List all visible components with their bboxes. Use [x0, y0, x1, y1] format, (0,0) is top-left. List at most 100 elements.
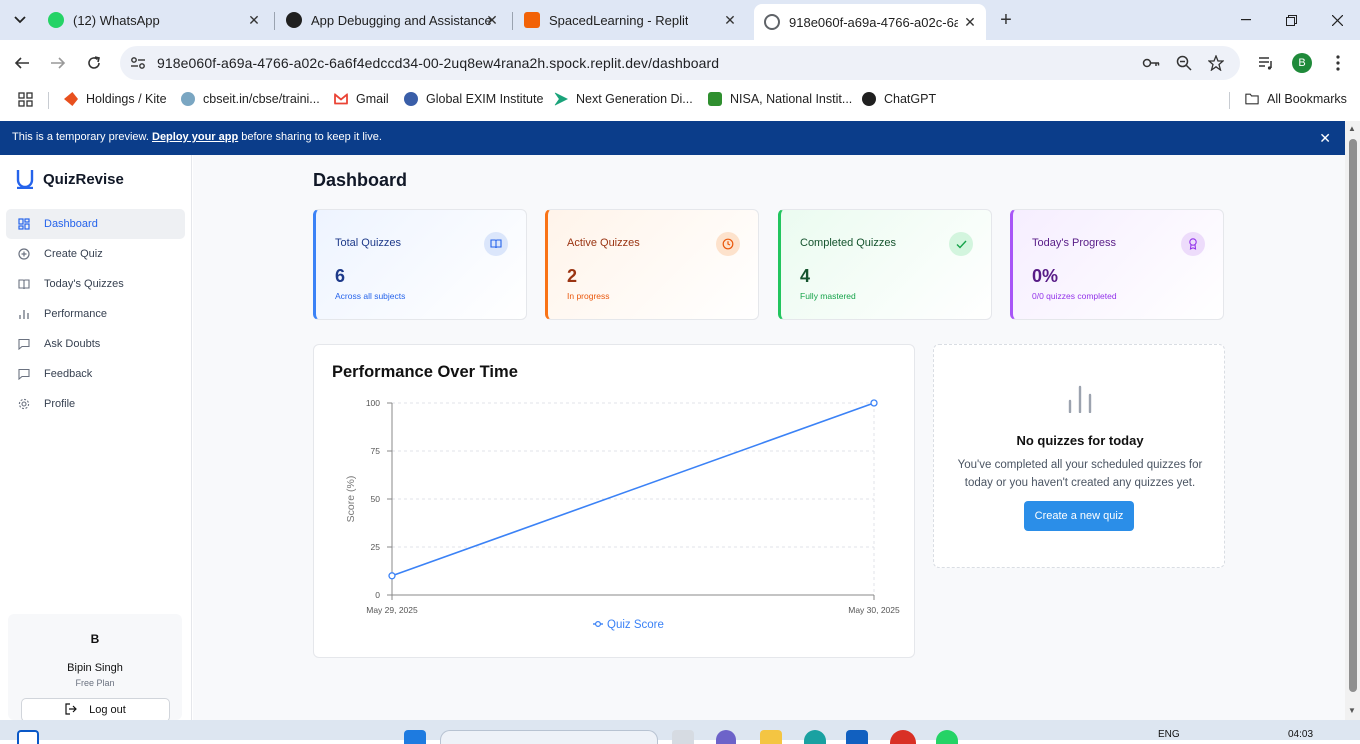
sidebar-item-label: Create Quiz	[44, 248, 103, 260]
start-icon[interactable]	[404, 730, 426, 744]
x-tick-label: May 30, 2025	[848, 605, 900, 615]
book-icon	[18, 278, 30, 290]
user-plan: Free Plan	[75, 678, 115, 688]
create-new-quiz-button[interactable]: Create a new quiz	[1024, 501, 1134, 531]
bar-chart-icon	[18, 308, 30, 320]
logout-label: Log out	[89, 704, 126, 716]
windows-icon[interactable]	[17, 730, 39, 744]
avatar: B	[90, 632, 100, 646]
bookmark-nisa[interactable]: NISA, National Instit...	[708, 92, 852, 106]
os-taskbar: ENG 04:03	[0, 720, 1360, 744]
folder-icon[interactable]	[760, 730, 782, 744]
sidebar-item-create-quiz[interactable]: Create Quiz	[6, 239, 185, 269]
browser-tab-app-debugging[interactable]: App Debugging and Assistance ✕	[286, 6, 500, 34]
stat-card-todays-progress: Today's Progress 0% 0/0 quizzes complete…	[1010, 209, 1224, 320]
minimize-icon	[1241, 19, 1251, 21]
tab-search-button[interactable]	[8, 8, 32, 32]
taskbar-app-icon[interactable]	[672, 730, 694, 744]
cbse-icon	[181, 92, 195, 106]
brand[interactable]: QuizRevise	[16, 169, 124, 189]
sidebar-item-dashboard[interactable]: Dashboard	[6, 209, 185, 239]
new-tab-button[interactable]: +	[996, 9, 1016, 31]
sidebar-item-performance[interactable]: Performance	[6, 299, 185, 329]
empty-title: No quizzes for today	[1016, 433, 1144, 448]
apps-button[interactable]	[18, 92, 33, 107]
whatsapp-icon[interactable]	[936, 730, 958, 744]
restore-button[interactable]	[1281, 10, 1301, 30]
y-tick-label: 100	[366, 398, 380, 408]
bar-chart-icon	[1068, 385, 1092, 413]
bookmark-global-exim[interactable]: Global EXIM Institute	[404, 92, 543, 106]
password-key-icon[interactable]	[1142, 54, 1160, 72]
clock-icon	[716, 232, 740, 256]
browser-tab-whatsapp[interactable]: (12) WhatsApp ✕	[48, 6, 262, 34]
no-quizzes-card: No quizzes for today You've completed al…	[933, 344, 1225, 568]
back-button[interactable]	[11, 52, 33, 74]
chrome-icon[interactable]	[890, 730, 916, 744]
browser-toolbar: 918e060f-a69a-4766-a02c-6a6f4edccd34-00-…	[0, 40, 1360, 86]
replit-icon	[524, 12, 540, 28]
close-icon[interactable]: ✕	[962, 14, 978, 30]
bookmark-label: Global EXIM Institute	[426, 92, 544, 106]
all-bookmarks-button[interactable]: All Bookmarks	[1245, 92, 1347, 106]
logout-button[interactable]: Log out	[21, 698, 170, 722]
sidebar-item-label: Dashboard	[44, 218, 98, 230]
sidebar-item-feedback[interactable]: Feedback	[6, 359, 185, 389]
close-icon[interactable]: ✕	[722, 12, 738, 28]
language-indicator[interactable]: ENG	[1158, 729, 1180, 740]
store-icon[interactable]	[846, 730, 868, 744]
stat-value: 6	[335, 266, 346, 286]
bookmark-chatgpt[interactable]: ChatGPT	[862, 92, 936, 106]
bookmark-label: Holdings / Kite	[86, 92, 167, 106]
stat-sub: Across all subjects	[335, 291, 406, 301]
stat-card-completed-quizzes: Completed Quizzes 4 Fully mastered	[778, 209, 992, 320]
browser-tab-active[interactable]: 918e060f-a69a-4766-a02c-6a6f ✕	[754, 4, 986, 40]
tab-title: 918e060f-a69a-4766-a02c-6a6f	[789, 14, 958, 30]
address-bar[interactable]: 918e060f-a69a-4766-a02c-6a6f4edccd34-00-…	[120, 46, 1240, 80]
zoom-icon[interactable]	[1175, 54, 1193, 72]
scrollbar-thumb[interactable]	[1349, 139, 1357, 692]
arrow-left-icon	[14, 57, 29, 69]
page-scrollbar[interactable]: ▲ ▼	[1345, 121, 1360, 720]
performance-chart-card: Performance Over Time 0 25 50 75 100 May 29, …	[313, 344, 915, 658]
deploy-link[interactable]: Deploy your app	[152, 131, 238, 143]
taskbar-app-icon[interactable]	[716, 730, 736, 744]
close-icon[interactable]: ✕	[246, 12, 262, 28]
bookmark-gmail[interactable]: Gmail	[334, 92, 389, 106]
arrow-right-icon	[51, 57, 66, 69]
reload-button[interactable]	[83, 52, 105, 74]
close-icon[interactable]: ✕	[1319, 130, 1331, 147]
gear-icon	[18, 398, 30, 410]
forward-button[interactable]	[47, 52, 69, 74]
site-info-icon[interactable]	[129, 54, 147, 72]
media-controls-button[interactable]	[1255, 52, 1277, 74]
browser-menu-button[interactable]	[1327, 52, 1349, 74]
stat-label: Completed Quizzes	[800, 237, 896, 249]
close-icon[interactable]: ✕	[484, 12, 500, 28]
minimize-button[interactable]	[1236, 10, 1256, 30]
bookmark-cbseit[interactable]: cbseit.in/cbse/traini...	[181, 92, 320, 106]
stat-sub: Fully mastered	[800, 291, 856, 301]
tab-title: (12) WhatsApp	[73, 12, 160, 28]
bookmark-next-generation[interactable]: Next Generation Di...	[554, 92, 693, 106]
logo-icon	[16, 170, 34, 189]
sidebar-item-profile[interactable]: Profile	[6, 389, 185, 419]
browser-tab-replit[interactable]: SpacedLearning - Replit ✕	[524, 6, 738, 34]
close-window-button[interactable]	[1327, 10, 1347, 30]
edge-icon[interactable]	[804, 730, 826, 744]
chevron-down-icon	[14, 16, 26, 24]
bookmark-label: NISA, National Instit...	[730, 92, 853, 106]
bookmark-star-icon[interactable]	[1207, 54, 1225, 72]
nisa-icon	[708, 92, 722, 106]
award-icon	[1181, 232, 1205, 256]
brand-name: QuizRevise	[43, 170, 124, 188]
profile-avatar[interactable]: B	[1292, 53, 1312, 73]
clock[interactable]: 04:03	[1288, 729, 1313, 740]
bookmark-label: ChatGPT	[884, 92, 937, 106]
sidebar-item-ask-doubts[interactable]: Ask Doubts	[6, 329, 185, 359]
sidebar-item-todays-quizzes[interactable]: Today's Quizzes	[6, 269, 185, 299]
search-box[interactable]	[440, 730, 658, 744]
bookmark-kite[interactable]: Holdings / Kite	[64, 92, 167, 106]
stat-value: 2	[567, 266, 578, 286]
series-line	[391, 402, 875, 577]
